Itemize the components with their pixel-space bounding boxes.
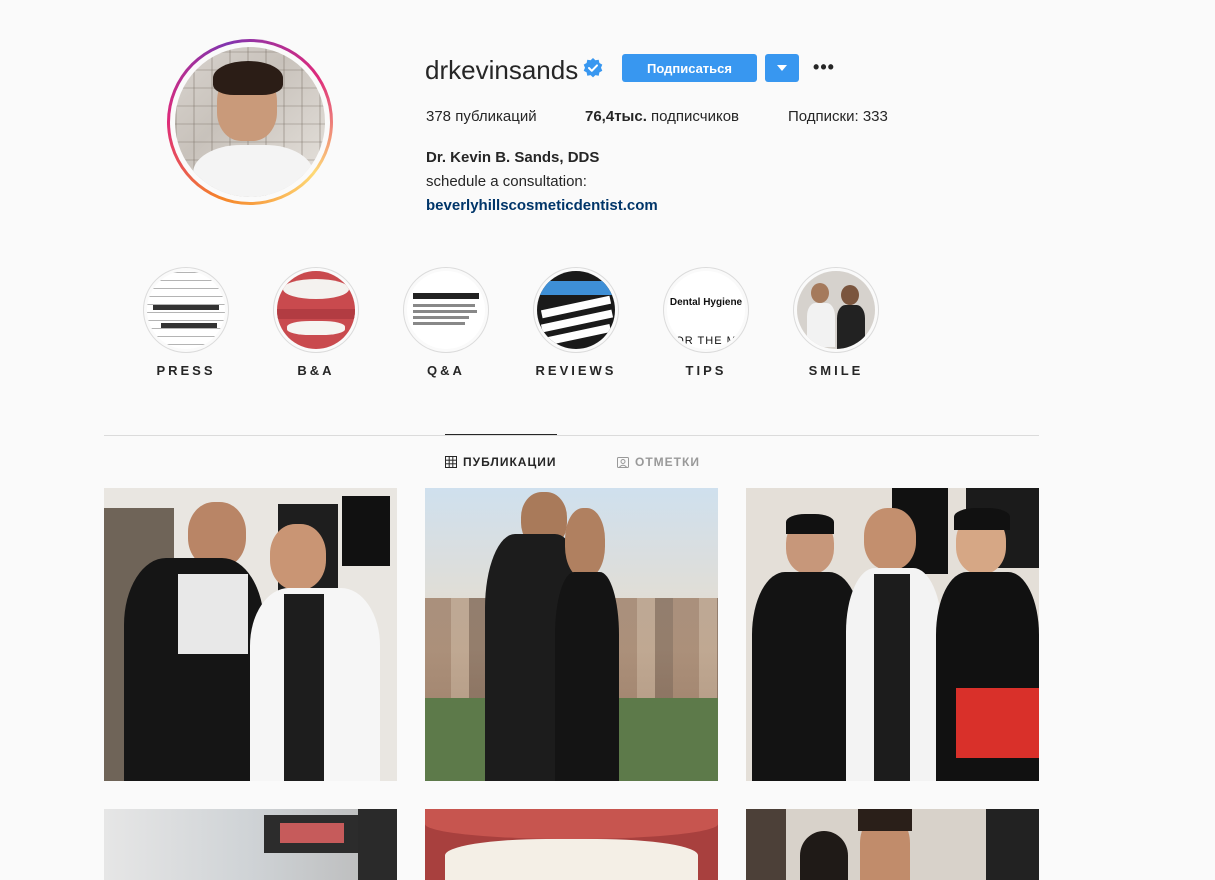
- tabs-divider: [104, 435, 1039, 436]
- highlight-cover-qa: [407, 271, 485, 349]
- bio-website-link[interactable]: beverlyhillscosmeticdentist.com: [426, 197, 658, 214]
- highlight-cover-text: Dental Hygiene: [669, 297, 743, 308]
- posts-count: 378 публикаций: [426, 108, 537, 126]
- posts-count-value: 378: [426, 108, 452, 125]
- post-thumbnail[interactable]: [104, 809, 397, 880]
- highlight-smile[interactable]: SMILE: [786, 267, 886, 378]
- highlight-label: TIPS: [685, 363, 727, 378]
- post-thumbnail[interactable]: [746, 488, 1039, 781]
- post-thumbnail[interactable]: [425, 488, 718, 781]
- highlight-ba[interactable]: B&A: [266, 267, 366, 378]
- tab-tagged-label: ОТМЕТКИ: [635, 455, 700, 469]
- highlight-cover-ring: [273, 267, 359, 353]
- highlight-cover-reviews: [537, 271, 615, 349]
- highlight-label: SMILE: [808, 363, 864, 378]
- grid-icon: [445, 456, 457, 468]
- highlight-cover-ring: [143, 267, 229, 353]
- highlight-label: REVIEWS: [535, 363, 617, 378]
- followers-count-value: 76,4тыс.: [585, 108, 647, 125]
- followers-count[interactable]: 76,4тыс. подписчиков: [585, 108, 739, 126]
- highlight-cover-ring: [793, 267, 879, 353]
- profile-username: drkevinsands: [425, 55, 579, 85]
- highlight-cover-ba: [277, 271, 355, 349]
- post-thumbnail[interactable]: [425, 809, 718, 880]
- tab-posts[interactable]: ПУБЛИКАЦИИ: [445, 455, 556, 469]
- post-thumbnail[interactable]: [104, 488, 397, 781]
- avatar-frame: [170, 42, 330, 202]
- highlight-cover-subtext: OR THE M: [675, 335, 737, 347]
- highlight-reviews[interactable]: REVIEWS: [526, 267, 626, 378]
- highlight-label: B&A: [297, 363, 335, 378]
- following-count-value: 333: [862, 108, 888, 125]
- following-count[interactable]: Подписки: 333: [788, 108, 888, 126]
- highlight-tips[interactable]: Dental Hygiene OR THE M TIPS: [656, 267, 756, 378]
- followers-count-label: подписчиков: [651, 108, 740, 125]
- highlight-press[interactable]: PRESS: [136, 267, 236, 378]
- avatar-photo: [175, 47, 325, 197]
- triangle-down-icon: [777, 65, 787, 71]
- tab-posts-label: ПУБЛИКАЦИИ: [463, 455, 557, 469]
- follow-button[interactable]: Подписаться: [622, 54, 757, 82]
- more-options-button[interactable]: •••: [812, 54, 836, 80]
- highlight-label: PRESS: [156, 363, 216, 378]
- tagged-icon: [617, 457, 629, 468]
- highlight-cover-ring: Dental Hygiene OR THE M: [663, 267, 749, 353]
- highlight-cover-ring: [403, 267, 489, 353]
- posts-count-label: публикаций: [455, 108, 537, 125]
- highlight-cover-smile: [797, 271, 875, 349]
- post-thumbnail[interactable]: [746, 809, 1039, 880]
- highlight-cover-ring: [533, 267, 619, 353]
- following-count-label: Подписки:: [788, 108, 859, 125]
- bio-text: schedule a consultation:: [426, 173, 587, 190]
- profile-avatar[interactable]: [167, 39, 333, 205]
- highlight-cover-tips: Dental Hygiene OR THE M: [667, 271, 745, 349]
- highlight-label: Q&A: [427, 363, 465, 378]
- highlight-cover-press: [147, 271, 225, 349]
- bio-full-name: Dr. Kevin B. Sands, DDS: [426, 149, 600, 166]
- suggestions-dropdown-button[interactable]: [765, 54, 799, 82]
- active-tab-indicator: [445, 434, 557, 435]
- verified-badge-icon: [583, 58, 603, 78]
- tab-tagged[interactable]: ОТМЕТКИ: [617, 455, 700, 469]
- highlight-qa[interactable]: Q&A: [396, 267, 496, 378]
